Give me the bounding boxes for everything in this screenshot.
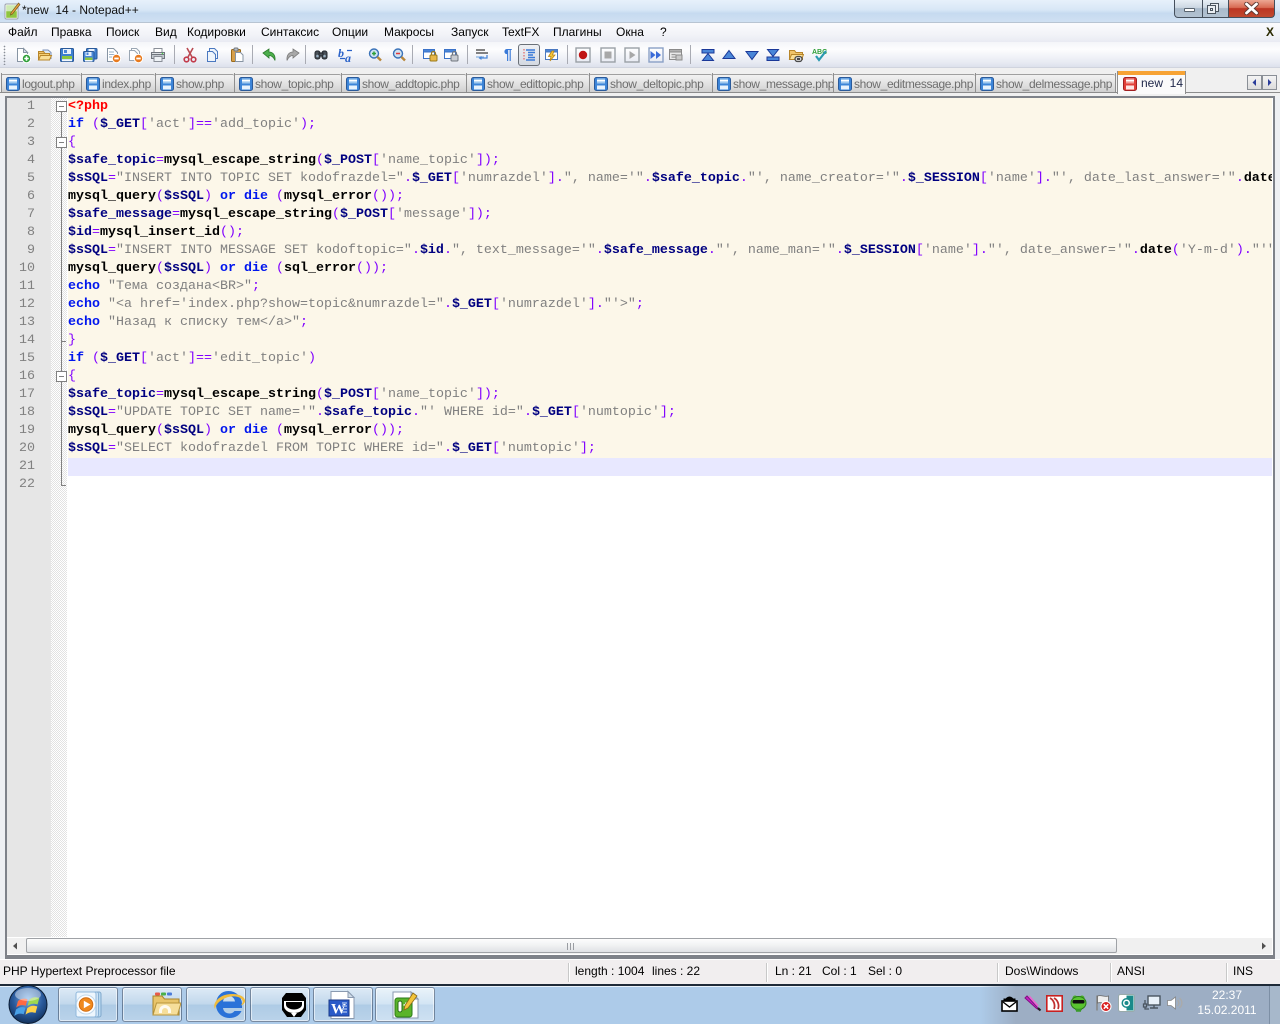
svg-text:a: a xyxy=(345,51,351,63)
